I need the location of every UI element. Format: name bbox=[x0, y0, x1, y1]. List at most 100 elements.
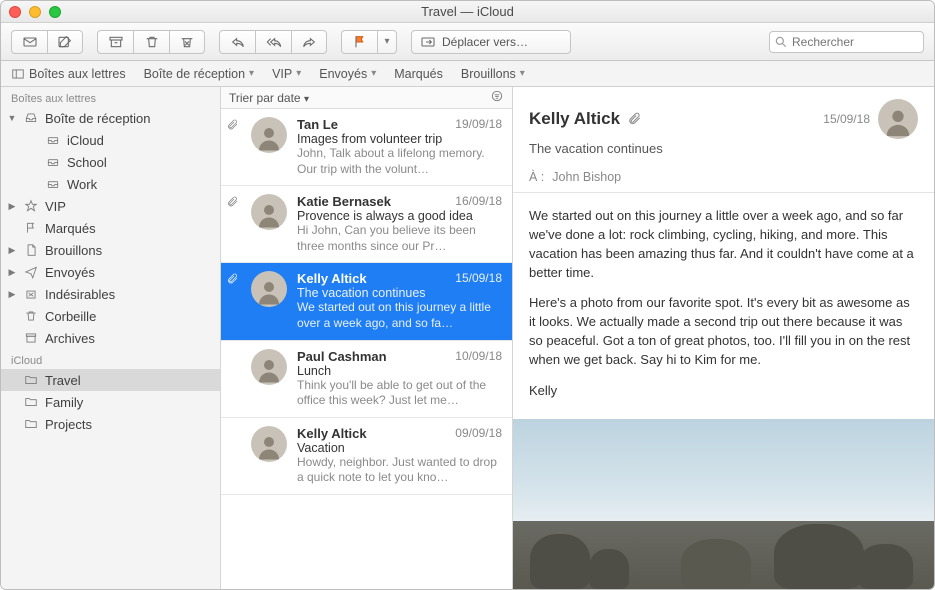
sidebar-header-icloud: iCloud bbox=[1, 349, 220, 369]
reply-all-button[interactable] bbox=[255, 30, 291, 54]
message-row[interactable]: Tan Le 19/09/18Images from volunteer trip… bbox=[221, 109, 512, 186]
compose-button[interactable] bbox=[47, 30, 83, 54]
junk-icon bbox=[23, 287, 39, 301]
sidebar-item-school-account[interactable]: School bbox=[1, 151, 220, 173]
message-list-header: Trier par date ▾ bbox=[221, 87, 512, 109]
message-from: Kelly Altick bbox=[297, 426, 367, 441]
sidebar-item-work-account[interactable]: Work bbox=[1, 173, 220, 195]
junk-button[interactable] bbox=[169, 30, 205, 54]
sender-avatar bbox=[251, 349, 287, 385]
reader-date: 15/09/18 bbox=[823, 112, 870, 126]
person-icon bbox=[881, 105, 915, 139]
search-icon bbox=[774, 35, 788, 49]
sidebar-item-family[interactable]: Family bbox=[1, 391, 220, 413]
tray-icon bbox=[45, 133, 61, 147]
envelope-icon bbox=[22, 34, 38, 50]
fav-sent[interactable]: Envoyés▾ bbox=[319, 67, 376, 81]
inbox-icon bbox=[23, 111, 39, 125]
message-subject: Vacation bbox=[297, 441, 502, 455]
reader-paragraph: Here's a photo from our favorite spot. I… bbox=[529, 294, 918, 369]
archive-button[interactable] bbox=[97, 30, 133, 54]
message-subject: Images from volunteer trip bbox=[297, 132, 502, 146]
chevron-down-icon: ▾ bbox=[371, 68, 376, 79]
sidebar-item-inbox[interactable]: ▼Boîte de réception bbox=[1, 107, 220, 129]
delete-button[interactable] bbox=[133, 30, 169, 54]
folder-icon bbox=[23, 373, 39, 387]
mailboxes-toggle[interactable]: Boîtes aux lettres bbox=[11, 67, 126, 81]
trash-icon bbox=[23, 309, 39, 323]
paperclip-icon bbox=[227, 119, 239, 131]
message-row[interactable]: Paul Cashman10/09/18LunchThink you'll be… bbox=[221, 341, 512, 418]
sidebar-item-sent[interactable]: ▶Envoyés bbox=[1, 261, 220, 283]
disclosure-right-icon[interactable]: ▶ bbox=[7, 245, 17, 256]
reader-avatar bbox=[878, 99, 918, 139]
move-to-button[interactable]: Déplacer vers… bbox=[411, 30, 571, 54]
chevron-down-icon: ▾ bbox=[296, 68, 301, 79]
person-icon bbox=[254, 432, 284, 462]
disclosure-right-icon[interactable]: ▶ bbox=[7, 201, 17, 212]
forward-button[interactable] bbox=[291, 30, 327, 54]
message-preview: Hi John, Can you believe its been three … bbox=[297, 223, 502, 254]
attachment-indicator bbox=[227, 426, 241, 486]
flag-button[interactable] bbox=[341, 30, 377, 54]
reply-all-icon bbox=[266, 34, 282, 50]
fav-drafts[interactable]: Brouillons▾ bbox=[461, 67, 525, 81]
sort-button[interactable]: Trier par date ▾ bbox=[229, 91, 309, 105]
reading-pane: Kelly Altick 15/09/18 The vacation conti… bbox=[513, 87, 934, 589]
reader-attached-image[interactable] bbox=[513, 419, 934, 589]
reader-paragraph: We started out on this journey a little … bbox=[529, 207, 918, 282]
search-input[interactable] bbox=[769, 31, 924, 53]
message-date: 19/09/18 bbox=[455, 117, 502, 132]
sidebar-item-archive[interactable]: Archives bbox=[1, 327, 220, 349]
messages-container: Tan Le 19/09/18Images from volunteer trip… bbox=[221, 109, 512, 589]
person-icon bbox=[254, 200, 284, 230]
sidebar-item-flagged[interactable]: Marqués bbox=[1, 217, 220, 239]
move-icon bbox=[420, 34, 436, 50]
move-to-label: Déplacer vers… bbox=[442, 35, 528, 49]
sender-avatar bbox=[251, 426, 287, 462]
sidebar-item-vip[interactable]: ▶VIP bbox=[1, 195, 220, 217]
message-row[interactable]: Kelly Altick15/09/18The vacation continu… bbox=[221, 263, 512, 340]
forward-icon bbox=[301, 34, 317, 50]
sidebar-item-junk[interactable]: ▶Indésirables bbox=[1, 283, 220, 305]
archive-icon bbox=[108, 34, 124, 50]
reply-button[interactable] bbox=[219, 30, 255, 54]
sidebar-item-travel[interactable]: Travel bbox=[1, 369, 220, 391]
person-icon bbox=[254, 355, 284, 385]
window-title: Travel — iCloud bbox=[1, 4, 934, 19]
favorites-bar: Boîtes aux lettres Boîte de réception▾ V… bbox=[1, 61, 934, 87]
sidebar-item-trash[interactable]: Corbeille bbox=[1, 305, 220, 327]
disclosure-right-icon[interactable]: ▶ bbox=[7, 289, 17, 300]
filter-button[interactable] bbox=[490, 89, 504, 106]
message-from: Katie Bernasek bbox=[297, 194, 391, 209]
sidebar-item-projects[interactable]: Projects bbox=[1, 413, 220, 435]
get-mail-button[interactable] bbox=[11, 30, 47, 54]
fav-vip[interactable]: VIP▾ bbox=[272, 67, 301, 81]
main-body: Boîtes aux lettres ▼Boîte de réception i… bbox=[1, 87, 934, 589]
reply-icon bbox=[230, 34, 246, 50]
attachment-icon bbox=[628, 112, 642, 126]
trash-icon bbox=[144, 34, 160, 50]
message-row[interactable]: Kelly Altick09/09/18VacationHowdy, neigh… bbox=[221, 418, 512, 495]
sidebar-item-drafts[interactable]: ▶Brouillons bbox=[1, 239, 220, 261]
sidebar-icon bbox=[11, 67, 25, 81]
person-icon bbox=[254, 277, 284, 307]
message-list: Trier par date ▾ Tan Le 19/09/18Images fr… bbox=[221, 87, 513, 589]
sidebar-item-icloud-account[interactable]: iCloud bbox=[1, 129, 220, 151]
reader-paragraph: Kelly bbox=[529, 382, 918, 401]
message-subject: Provence is always a good idea bbox=[297, 209, 502, 223]
chevron-down-icon: ▾ bbox=[520, 68, 525, 79]
message-row[interactable]: Katie Bernasek16/09/18Provence is always… bbox=[221, 186, 512, 263]
toolbar: ▾ Déplacer vers… bbox=[1, 23, 934, 61]
attachment-indicator bbox=[227, 271, 241, 331]
fav-inbox[interactable]: Boîte de réception▾ bbox=[144, 67, 255, 81]
reader-from: Kelly Altick bbox=[529, 109, 620, 129]
disclosure-right-icon[interactable]: ▶ bbox=[7, 267, 17, 278]
sidebar: Boîtes aux lettres ▼Boîte de réception i… bbox=[1, 87, 221, 589]
flag-menu-button[interactable]: ▾ bbox=[377, 30, 397, 54]
star-icon bbox=[23, 199, 39, 213]
fav-flagged[interactable]: Marqués bbox=[394, 67, 443, 81]
titlebar: Travel — iCloud bbox=[1, 1, 934, 23]
disclosure-down-icon[interactable]: ▼ bbox=[7, 113, 17, 123]
message-from: Tan Le bbox=[297, 117, 338, 132]
